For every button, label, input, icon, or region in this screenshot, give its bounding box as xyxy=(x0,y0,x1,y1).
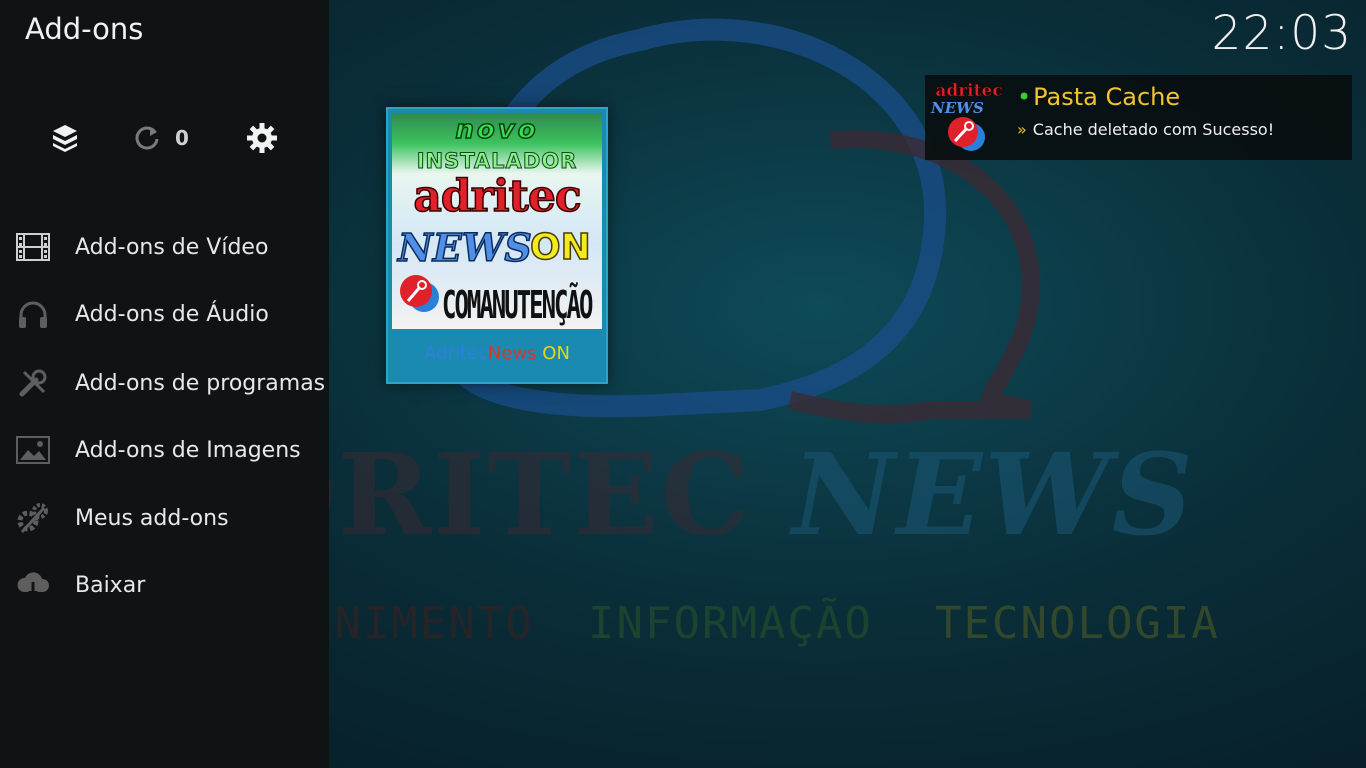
sidebar-item-download[interactable]: Baixar xyxy=(0,553,329,617)
art-text-adritec: adritec xyxy=(413,170,583,223)
notification-title: •Pasta Cache xyxy=(1017,83,1180,111)
gear-icon xyxy=(247,123,277,153)
gears-icon xyxy=(16,501,50,535)
image-icon xyxy=(16,433,50,467)
adritec-logo-icon xyxy=(400,275,439,312)
addon-browser-button[interactable] xyxy=(50,122,80,154)
addon-box-icon xyxy=(53,125,77,152)
watermark-tag-informacao: INFORMAÇÃO xyxy=(588,598,873,649)
art-text-on: ON xyxy=(529,226,591,269)
addon-tile-artwork: novo INSTALADOR adritec NEWS ON COMANUTE… xyxy=(392,113,602,329)
art-text-novo: novo xyxy=(455,114,539,146)
sidebar-item-label: Add-ons de Vídeo xyxy=(75,234,269,260)
sidebar-item-label: Meus add-ons xyxy=(75,505,229,531)
sidebar-item-label: Add-ons de programas xyxy=(75,370,326,396)
updates-button[interactable]: 0 xyxy=(133,122,189,154)
notification-dot: • xyxy=(1017,83,1032,111)
addon-tile-label: AdritecNews ON xyxy=(388,343,606,364)
updates-count: 0 xyxy=(175,126,189,150)
sidebar-item-images[interactable]: Add-ons de Imagens xyxy=(0,418,329,482)
tile-label-adritec: Adritec xyxy=(424,343,488,364)
art-text-instalador: INSTALADOR xyxy=(416,149,578,174)
sidebar-item-label: Add-ons de Áudio xyxy=(75,301,269,327)
refresh-icon xyxy=(135,126,159,150)
watermark-tag-tecnologia: TECNOLOGIA xyxy=(935,598,1220,649)
settings-button[interactable] xyxy=(246,122,278,154)
sidebar-toolbar: 0 xyxy=(0,110,329,166)
notification-logo: adritec NEWS xyxy=(929,79,1009,155)
watermark-news: NEWS xyxy=(792,430,1195,561)
tile-label-on: ON xyxy=(536,343,570,364)
notification-toast: adritec NEWS •Pasta Cache » Cache deletad… xyxy=(925,75,1352,160)
notification-title-text: Pasta Cache xyxy=(1033,83,1181,111)
notification-message: » Cache deletado com Sucesso! xyxy=(1017,120,1274,139)
sidebar-item-label: Add-ons de Imagens xyxy=(75,437,301,463)
notification-logo-adritec: adritec xyxy=(935,81,1003,102)
clock: 22:03 xyxy=(1211,6,1352,61)
wrench-icon xyxy=(16,366,50,400)
notification-arrow: » xyxy=(1017,120,1027,139)
sidebar-item-video[interactable]: Add-ons de Vídeo xyxy=(0,215,329,279)
addon-tile[interactable]: novo INSTALADOR adritec NEWS ON COMANUTE… xyxy=(386,107,608,384)
sidebar: Add-ons 0 Add-ons de Vídeo Add-ons de Áu… xyxy=(0,0,329,768)
headphones-icon xyxy=(16,297,50,331)
cloud-download-icon xyxy=(16,568,50,602)
notification-message-text: Cache deletado com Sucesso! xyxy=(1032,120,1275,139)
page-title: Add-ons xyxy=(25,12,144,46)
sidebar-item-programs[interactable]: Add-ons de programas xyxy=(0,351,329,415)
sidebar-item-audio[interactable]: Add-ons de Áudio xyxy=(0,282,329,346)
sidebar-item-label: Baixar xyxy=(75,572,146,598)
adritec-logo-icon xyxy=(948,117,985,151)
art-text-news: NEWS xyxy=(397,224,532,271)
film-icon xyxy=(16,230,50,264)
sidebar-item-my-addons[interactable]: Meus add-ons xyxy=(0,486,329,550)
art-text-comanutencao: COMANUTENÇÃO xyxy=(442,283,593,328)
tile-label-news: News xyxy=(487,343,537,364)
